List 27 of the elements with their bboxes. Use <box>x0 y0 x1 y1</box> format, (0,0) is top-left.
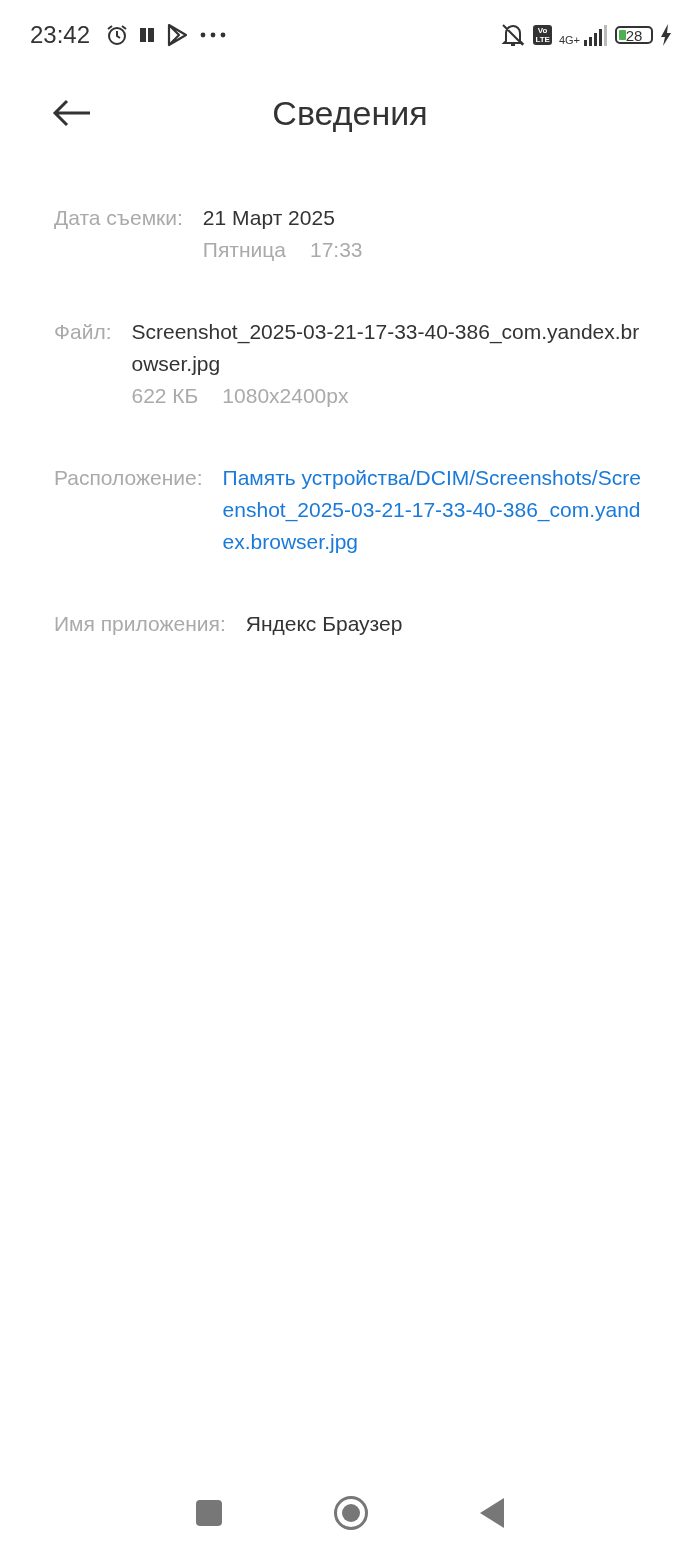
clock-time: 23:42 <box>30 21 91 49</box>
network-type: 4G+ <box>558 35 580 46</box>
field-label: Дата съемки: <box>54 205 183 231</box>
location-link[interactable]: Память устройства/DCIM/Screenshots/Screenshot_2025-03-21-17-33-40-386_com.yandex.browser.jpg <box>222 462 644 558</box>
field-label: Файл: <box>54 319 112 345</box>
muted-bell-icon <box>500 22 527 48</box>
volte-icon: Vo LTE <box>533 25 552 45</box>
field-detail: 622 КБ <box>131 383 199 409</box>
field-detail: 17:33 <box>309 237 363 263</box>
field-detail: Пятница <box>202 237 286 263</box>
recents-button[interactable] <box>195 1499 223 1527</box>
home-button[interactable] <box>333 1495 369 1531</box>
pause-icon <box>140 27 155 43</box>
field-value: Яндекс Браузер <box>245 611 404 637</box>
field-detail: 1080x2400px <box>222 383 349 409</box>
field-value: 21 Март 2025 <box>202 205 336 231</box>
more-icon <box>200 32 227 38</box>
field-label: Имя приложения: <box>54 611 226 637</box>
field-label: Расположение: <box>54 465 203 491</box>
signal-icon <box>582 24 608 46</box>
alarm-icon <box>106 24 129 46</box>
play-triangle-icon <box>166 23 189 47</box>
field-value: Screenshot_2025-03-21-17-33-40-386_com.yandex.browser.jpg <box>131 319 641 377</box>
page-title: Сведения <box>272 93 428 132</box>
battery-icon: 28 <box>615 26 653 44</box>
back-nav-button[interactable] <box>479 1497 505 1529</box>
charging-bolt-icon <box>660 24 672 46</box>
